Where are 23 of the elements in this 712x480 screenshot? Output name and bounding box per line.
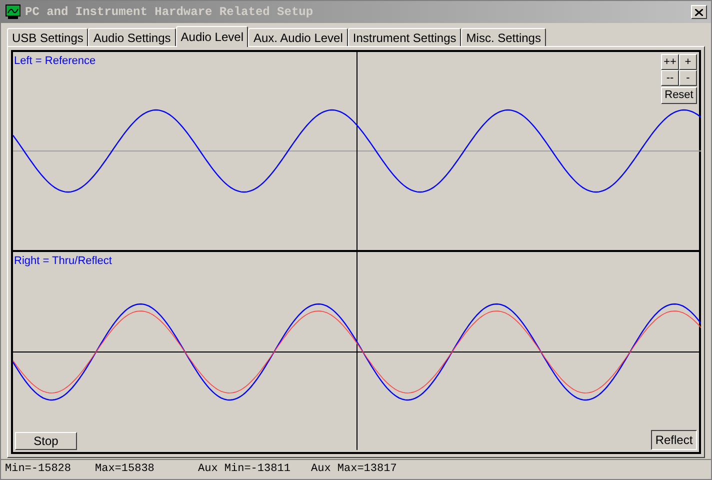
zoom-button[interactable]: -- xyxy=(661,70,679,86)
tab[interactable]: Aux. Audio Level xyxy=(248,28,348,46)
tab[interactable]: Instrument Settings xyxy=(348,28,462,46)
zoom-button[interactable]: ++ xyxy=(661,54,679,70)
plot-label: Right = Thru/Reflect xyxy=(14,254,112,269)
status-text: Aux Min=-13811 xyxy=(198,462,292,478)
status-text: Min=-15828 xyxy=(5,462,72,478)
tab[interactable]: USB Settings xyxy=(7,28,88,46)
tab[interactable]: Audio Settings xyxy=(88,28,176,46)
close-icon xyxy=(695,8,703,16)
status-text: Aux Max=13817 xyxy=(311,462,397,478)
tab[interactable]: Audio Level xyxy=(176,26,248,47)
monitor-icon xyxy=(5,4,21,20)
tab[interactable]: Misc. Settings xyxy=(461,28,546,46)
reflect-button[interactable]: Reflect xyxy=(651,430,697,450)
reset-button[interactable]: Reset xyxy=(661,87,697,104)
zoom-button[interactable]: + xyxy=(679,54,697,70)
zoom-button[interactable]: - xyxy=(679,70,697,86)
plot-label: Left = Reference xyxy=(14,54,96,69)
window-title: PC and Instrument Hardware Related Setup xyxy=(25,4,314,21)
stop-button[interactable]: Stop xyxy=(15,432,77,450)
status-text: Max=15838 xyxy=(95,462,156,478)
close-button[interactable] xyxy=(691,5,707,19)
